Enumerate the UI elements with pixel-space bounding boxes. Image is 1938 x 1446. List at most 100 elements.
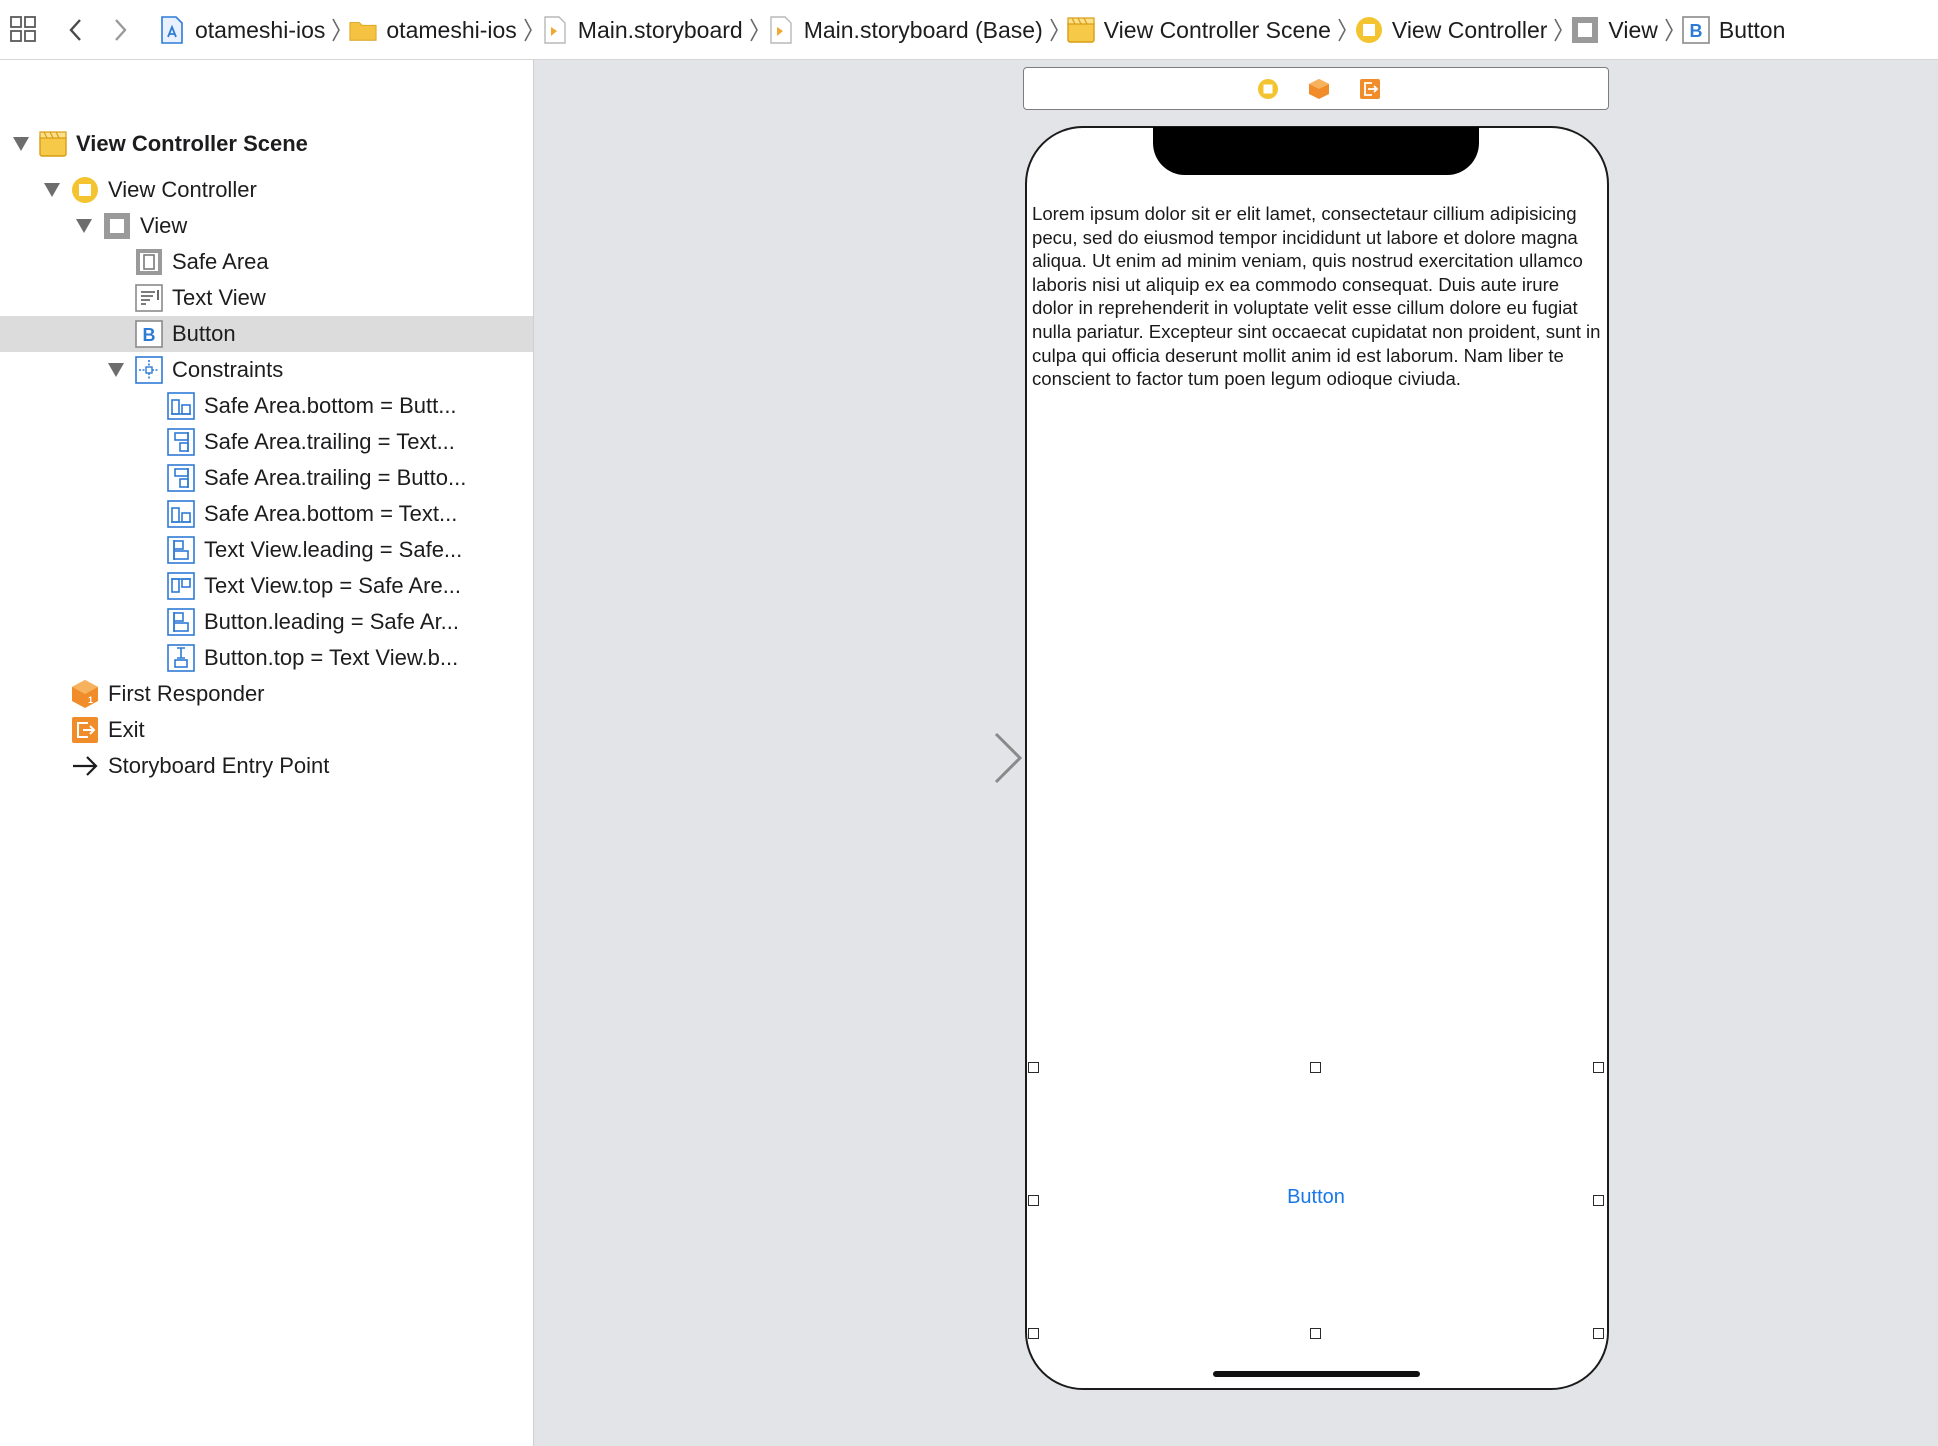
- trailing-constraint-icon: [166, 427, 196, 457]
- folder-icon: [349, 16, 377, 44]
- crumb-view[interactable]: View: [1571, 16, 1658, 44]
- outline-label: Constraints: [172, 357, 284, 382]
- outline-label: View Controller Scene: [76, 131, 308, 156]
- crumb-folder[interactable]: otameshi-ios: [349, 16, 517, 44]
- storyboard-file-icon: [541, 16, 569, 44]
- resize-handle[interactable]: [1593, 1195, 1604, 1206]
- crumb-label: otameshi-ios: [195, 16, 326, 43]
- crumb-view-controller[interactable]: View Controller: [1355, 16, 1548, 44]
- outline-item-view-controller[interactable]: View Controller: [0, 172, 533, 208]
- jump-bar: otameshi-ios otameshi-ios Main.storyboar…: [0, 0, 1938, 60]
- scene-icon: [38, 129, 68, 159]
- crumb-scene[interactable]: View Controller Scene: [1067, 16, 1331, 44]
- crumb-label: View Controller Scene: [1103, 16, 1331, 43]
- crumb-button[interactable]: B Button: [1682, 16, 1785, 44]
- button-icon: B: [134, 319, 164, 349]
- constraint-label: Text View.top = Safe Are...: [204, 573, 462, 598]
- trailing-constraint-icon: [166, 463, 196, 493]
- resize-handle[interactable]: [1593, 1062, 1604, 1073]
- resize-handle[interactable]: [1028, 1328, 1039, 1339]
- exit-icon[interactable]: [1359, 78, 1381, 100]
- forward-arrow-icon[interactable]: [106, 14, 134, 46]
- constraint-label: Text View.leading = Safe...: [204, 537, 463, 562]
- outline-label: Exit: [108, 717, 145, 742]
- chevron-right-icon: [749, 17, 759, 43]
- svg-text:1: 1: [88, 695, 93, 705]
- constraint-item[interactable]: Button.leading = Safe Ar...: [0, 604, 533, 640]
- disclosure-triangle-icon[interactable]: [43, 181, 61, 199]
- crumb-label: Main.storyboard: [577, 16, 743, 43]
- chevron-right-icon: [1049, 17, 1059, 43]
- leading-constraint-icon: [166, 535, 196, 565]
- view-controller-icon: [70, 175, 100, 205]
- view-controller-icon: [1355, 16, 1383, 44]
- crumb-project[interactable]: otameshi-ios: [158, 16, 325, 44]
- resize-handle[interactable]: [1593, 1328, 1604, 1339]
- constraint-item[interactable]: Text View.leading = Safe...: [0, 532, 533, 568]
- constraint-item[interactable]: Safe Area.bottom = Text...: [0, 496, 533, 532]
- canvas-button[interactable]: Button: [1238, 1186, 1394, 1209]
- outline-item-exit[interactable]: Exit: [0, 712, 533, 748]
- outline-item-text-view[interactable]: Text View: [0, 280, 533, 316]
- first-responder-icon[interactable]: [1308, 78, 1330, 100]
- outline-label: Text View: [172, 285, 266, 310]
- constraint-label: Safe Area.trailing = Butto...: [204, 465, 467, 490]
- crumb-label: View Controller: [1391, 16, 1548, 43]
- svg-text:B: B: [1689, 21, 1702, 41]
- document-outline: View Controller Scene View Controller Vi…: [0, 60, 534, 1446]
- exit-icon: [70, 715, 100, 745]
- outline-label: Storyboard Entry Point: [108, 753, 330, 778]
- disclosure-triangle-icon[interactable]: [12, 135, 30, 153]
- related-items-icon[interactable]: [10, 16, 38, 49]
- view-controller-icon[interactable]: [1257, 78, 1279, 100]
- back-arrow-icon[interactable]: [62, 14, 90, 46]
- text-view-icon: [134, 283, 164, 313]
- constraint-label: Safe Area.trailing = Text...: [204, 429, 455, 454]
- outline-item-safe-area[interactable]: Safe Area: [0, 244, 533, 280]
- outline-item-scene[interactable]: View Controller Scene: [0, 126, 533, 162]
- constraint-item[interactable]: Text View.top = Safe Are...: [0, 568, 533, 604]
- constraint-item[interactable]: Safe Area.bottom = Butt...: [0, 388, 533, 424]
- disclosure-triangle-icon[interactable]: [107, 361, 125, 379]
- entry-point-arrow-icon[interactable]: [880, 730, 1024, 791]
- constraint-item[interactable]: Safe Area.trailing = Text...: [0, 424, 533, 460]
- chevron-right-icon: [1553, 17, 1563, 43]
- resize-handle[interactable]: [1028, 1195, 1039, 1206]
- chevron-right-icon: [331, 17, 341, 43]
- first-responder-icon: 1: [70, 679, 100, 709]
- constraint-label: Button.leading = Safe Ar...: [204, 609, 460, 634]
- constraint-label: Safe Area.bottom = Butt...: [204, 393, 457, 418]
- top-constraint-icon: [166, 571, 196, 601]
- outline-item-first-responder[interactable]: 1 First Responder: [0, 676, 533, 712]
- resize-handle[interactable]: [1310, 1062, 1321, 1073]
- leading-constraint-icon: [166, 607, 196, 637]
- constraint-item[interactable]: Button.top = Text View.b...: [0, 640, 533, 676]
- scene-dock: [1023, 67, 1609, 110]
- resize-handle[interactable]: [1310, 1328, 1321, 1339]
- project-icon: [158, 16, 186, 44]
- outline-item-view[interactable]: View: [0, 208, 533, 244]
- crumb-storyboard[interactable]: Main.storyboard: [541, 16, 743, 44]
- disclosure-triangle-icon[interactable]: [75, 217, 93, 235]
- device-notch: [1153, 127, 1479, 175]
- resize-handle[interactable]: [1028, 1062, 1039, 1073]
- crumb-label: otameshi-ios: [386, 16, 517, 43]
- breadcrumb: otameshi-ios otameshi-ios Main.storyboar…: [158, 0, 1785, 60]
- crumb-storyboard-base[interactable]: Main.storyboard (Base): [767, 16, 1043, 44]
- outline-label: Safe Area: [172, 249, 269, 274]
- outline-label: View Controller: [108, 177, 257, 202]
- outline-item-entry-point[interactable]: Storyboard Entry Point: [0, 748, 533, 784]
- text-view[interactable]: Lorem ipsum dolor sit er elit lamet, con…: [1032, 202, 1602, 391]
- chevron-right-icon: [1337, 17, 1347, 43]
- constraint-item[interactable]: Safe Area.trailing = Butto...: [0, 460, 533, 496]
- constraints-icon: [134, 355, 164, 385]
- svg-text:B: B: [143, 325, 156, 345]
- safe-area-icon: [134, 247, 164, 277]
- storyboard-file-icon: [767, 16, 795, 44]
- crumb-label: View: [1608, 16, 1658, 43]
- outline-item-button[interactable]: B Button: [0, 316, 533, 352]
- crumb-label: Main.storyboard (Base): [803, 16, 1043, 43]
- bottom-constraint-icon: [166, 499, 196, 529]
- scene-icon: [1067, 16, 1095, 44]
- outline-item-constraints[interactable]: Constraints: [0, 352, 533, 388]
